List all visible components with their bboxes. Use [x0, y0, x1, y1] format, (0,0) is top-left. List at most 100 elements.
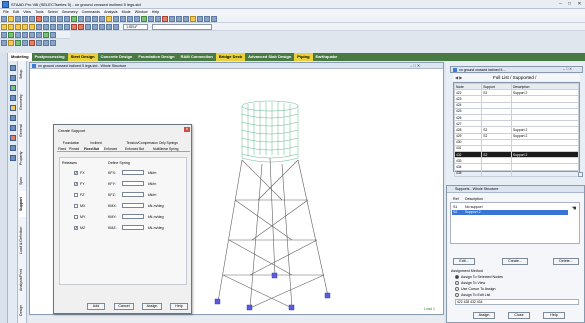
new-file-icon[interactable]: [1, 16, 7, 22]
page-spec[interactable]: Spec: [19, 173, 26, 189]
side-view-icon[interactable]: [134, 16, 140, 22]
open-file-icon[interactable]: [8, 16, 14, 22]
select-geometry-icon[interactable]: [36, 24, 42, 30]
release-mx-checkbox[interactable]: [74, 204, 78, 208]
support-display-icon[interactable]: [29, 40, 35, 46]
node-support-table[interactable]: Node Support Description 422 S2 Support 24…: [453, 82, 580, 177]
close-panel-button[interactable]: Close: [508, 312, 530, 319]
tab-concrete-design[interactable]: Concrete Design: [98, 53, 136, 61]
zoom-all-icon[interactable]: [92, 24, 98, 30]
beam-cursor-icon[interactable]: [10, 85, 16, 91]
arrow-down-icon[interactable]: [64, 24, 70, 30]
add-beam-icon[interactable]: [15, 32, 21, 38]
beam-icon[interactable]: [148, 16, 154, 22]
select-cursor-icon[interactable]: [10, 65, 16, 71]
help-panel-button[interactable]: Help: [543, 312, 565, 319]
render-icon[interactable]: [50, 40, 56, 46]
support-s1-description[interactable]: No support: [465, 205, 483, 209]
edit-support-button[interactable]: Edit...: [453, 258, 475, 265]
node-numbers-icon[interactable]: [1, 40, 7, 46]
add-plate-icon[interactable]: [22, 32, 28, 38]
undo-icon[interactable]: [57, 16, 63, 22]
node-icon[interactable]: [141, 16, 147, 22]
save-icon[interactable]: [15, 16, 21, 22]
table-row[interactable]: 435: [453, 169, 579, 177]
support-markers[interactable]: [214, 272, 331, 311]
spring-kfy-input[interactable]: [122, 181, 144, 186]
method-selected-nodes-label[interactable]: Assign To Selected Nodes: [461, 275, 503, 279]
viewport-window-controls-icon[interactable]: – □ ✕: [410, 63, 420, 68]
member-cursor-icon[interactable]: [10, 155, 16, 161]
dialog-close-icon[interactable]: ✕: [184, 127, 190, 132]
edit-list-input[interactable]: 422 428 432 434: [455, 299, 579, 305]
arrow-right-icon[interactable]: [50, 24, 56, 30]
create-support-button[interactable]: Create...: [502, 258, 528, 265]
support-s2-row[interactable]: S2 Support 2: [452, 210, 568, 215]
tab-modeling[interactable]: Modeling: [8, 53, 32, 61]
node-cursor-icon[interactable]: [10, 75, 16, 81]
section-display-icon[interactable]: [22, 40, 28, 46]
redo-icon[interactable]: [64, 16, 70, 22]
tab-tension-compression[interactable]: Tension/Compression Only Springs: [113, 141, 191, 145]
assign-button[interactable]: Assign: [142, 303, 162, 310]
page-setup[interactable]: Setup: [19, 63, 26, 85]
rotate-icon[interactable]: [106, 16, 112, 22]
cut-icon[interactable]: [36, 16, 42, 22]
table-resize-grip-icon[interactable]: [578, 172, 583, 177]
node-cell[interactable]: 435: [453, 169, 483, 177]
spring-kmy-input[interactable]: [122, 214, 144, 219]
dynamic-zoom-icon[interactable]: [106, 24, 112, 30]
zoom-window-icon[interactable]: [92, 16, 98, 22]
structure-icon[interactable]: [176, 16, 182, 22]
print-icon[interactable]: [22, 16, 28, 22]
rotate-x-icon[interactable]: [71, 24, 77, 30]
snap-icon[interactable]: [204, 16, 210, 22]
cancel-button[interactable]: Cancel: [114, 303, 134, 310]
zoom-in-icon[interactable]: [78, 16, 84, 22]
pan-icon[interactable]: [99, 16, 105, 22]
select-beams-icon[interactable]: [8, 24, 14, 30]
circular-repeat-icon[interactable]: [36, 32, 42, 38]
page-design[interactable]: Design: [19, 299, 26, 321]
display-options-icon[interactable]: [113, 24, 119, 30]
support-cursor-icon[interactable]: [10, 145, 16, 151]
tab-inclined[interactable]: Inclined: [85, 141, 107, 145]
help-icon[interactable]: [190, 16, 196, 22]
load-case-select[interactable]: 1:SELF: [123, 24, 149, 30]
description-cell[interactable]: [511, 169, 579, 177]
support-s2-ref[interactable]: S2: [453, 210, 457, 214]
grid-icon[interactable]: [197, 16, 203, 22]
plate-cursor-icon[interactable]: [10, 95, 16, 101]
method-cursor-radio[interactable]: [455, 287, 459, 291]
tab-foundation-design[interactable]: Foundation Design: [135, 53, 177, 61]
measure-icon[interactable]: [183, 16, 189, 22]
help-button[interactable]: Help: [170, 303, 188, 310]
method-cursor-label[interactable]: Use Cursor To Assign: [461, 287, 496, 291]
select-nodes-icon[interactable]: [1, 24, 7, 30]
supports-list[interactable]: S1 No support S2 Support 2 ☚: [450, 202, 580, 244]
tab-advanced-slab-design[interactable]: Advanced Slab Design: [245, 53, 294, 61]
tab-foundation[interactable]: Foundation: [59, 141, 83, 145]
release-my-checkbox[interactable]: [74, 215, 78, 219]
print-preview-icon[interactable]: [29, 16, 35, 22]
page-general[interactable]: General: [19, 119, 26, 143]
zoom-previous-icon[interactable]: [99, 24, 105, 30]
delete-support-button[interactable]: Delete...: [553, 258, 579, 265]
tab-fixed-but[interactable]: Fixed But: [84, 147, 103, 151]
tab-fixed[interactable]: Fixed: [58, 147, 68, 151]
tab-enforced[interactable]: Enforced: [104, 147, 124, 151]
release-fy-checkbox[interactable]: ✓: [74, 182, 78, 186]
group-select[interactable]: [152, 24, 213, 30]
run-analysis-icon[interactable]: [71, 16, 77, 22]
tab-steel-design[interactable]: Steel Design: [67, 53, 98, 61]
tab-bridge-deck[interactable]: Bridge Deck: [215, 53, 246, 61]
assign-support-button[interactable]: Assign: [473, 312, 495, 319]
isometric-view-icon[interactable]: [113, 16, 119, 22]
axes-icon[interactable]: [43, 40, 49, 46]
method-edit-list-radio[interactable]: [455, 293, 459, 297]
tab-pinned[interactable]: Pinned: [69, 147, 83, 151]
method-selected-nodes-radio[interactable]: [455, 275, 459, 279]
support-s1-ref[interactable]: S1: [453, 205, 457, 209]
top-view-icon[interactable]: [127, 16, 133, 22]
release-mz-checkbox[interactable]: ✓: [74, 226, 78, 230]
